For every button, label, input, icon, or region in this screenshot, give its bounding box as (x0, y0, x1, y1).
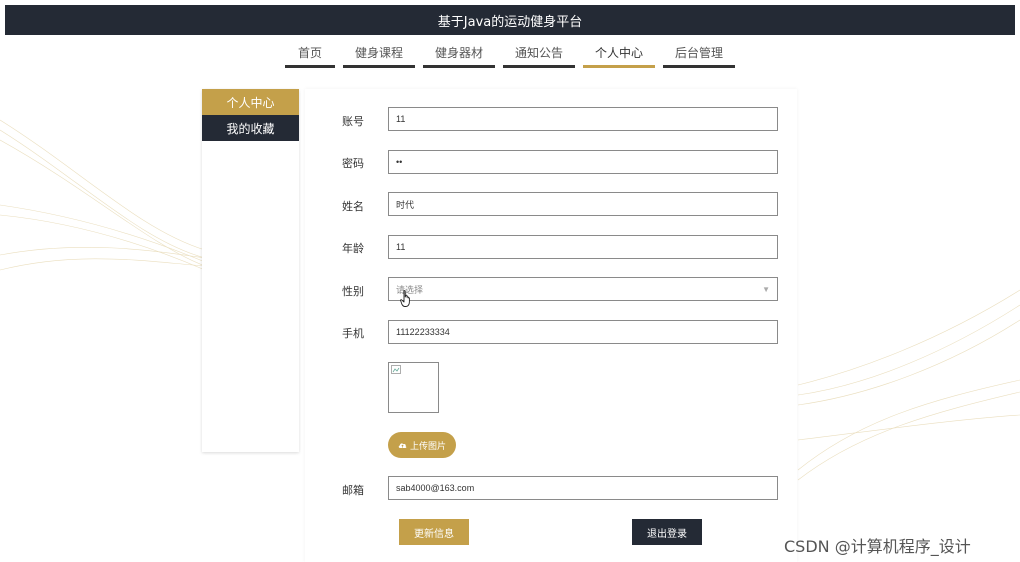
phone-label: 手机 (342, 327, 364, 340)
age-label: 年龄 (342, 242, 364, 255)
gender-label: 性别 (342, 285, 364, 298)
update-info-button[interactable]: 更新信息 (399, 519, 469, 545)
account-input[interactable]: 11 (388, 107, 778, 131)
gender-select[interactable]: 请选择 ▼ (388, 277, 778, 301)
nav-item-courses[interactable]: 健身课程 (343, 40, 415, 68)
name-input[interactable]: 时代 (388, 192, 778, 216)
email-label: 邮箱 (342, 484, 364, 497)
avatar-image-preview (388, 362, 439, 413)
page-title: 基于Java的运动健身平台 (437, 14, 583, 30)
upload-button-label: 上传图片 (409, 441, 446, 452)
logout-button[interactable]: 退出登录 (632, 519, 702, 545)
upload-image-button[interactable]: 上传图片 (388, 432, 456, 458)
top-header-bar: 基于Java的运动健身平台 (5, 5, 1015, 35)
nav-item-admin[interactable]: 后台管理 (663, 40, 735, 68)
sidebar: 个人中心 我的收藏 (202, 89, 299, 452)
email-input[interactable]: sab4000@163.com (388, 476, 778, 500)
chevron-down-icon: ▼ (762, 284, 770, 294)
profile-form: 账号 11 密码 •• 姓名 时代 年龄 11 性别 请选择 ▼ 手机 1112… (305, 89, 797, 562)
cloud-upload-icon (398, 443, 407, 448)
main-nav: 首页 健身课程 健身器材 通知公告 个人中心 后台管理 (0, 40, 1020, 70)
watermark: CSDN @计算机程序_设计 (784, 537, 971, 556)
nav-item-profile[interactable]: 个人中心 (583, 40, 655, 68)
hand-cursor-icon (400, 290, 410, 307)
account-label: 账号 (342, 115, 364, 128)
nav-item-equipment[interactable]: 健身器材 (423, 40, 495, 68)
password-label: 密码 (342, 157, 364, 170)
broken-image-icon (391, 365, 401, 374)
nav-item-home[interactable]: 首页 (285, 40, 335, 68)
sidebar-item-profile[interactable]: 个人中心 (202, 89, 299, 115)
name-label: 姓名 (342, 200, 364, 213)
age-input[interactable]: 11 (388, 235, 778, 259)
nav-item-notices[interactable]: 通知公告 (503, 40, 575, 68)
sidebar-item-favorites[interactable]: 我的收藏 (202, 115, 299, 141)
phone-input[interactable]: 11122233334 (388, 320, 778, 344)
password-input[interactable]: •• (388, 150, 778, 174)
